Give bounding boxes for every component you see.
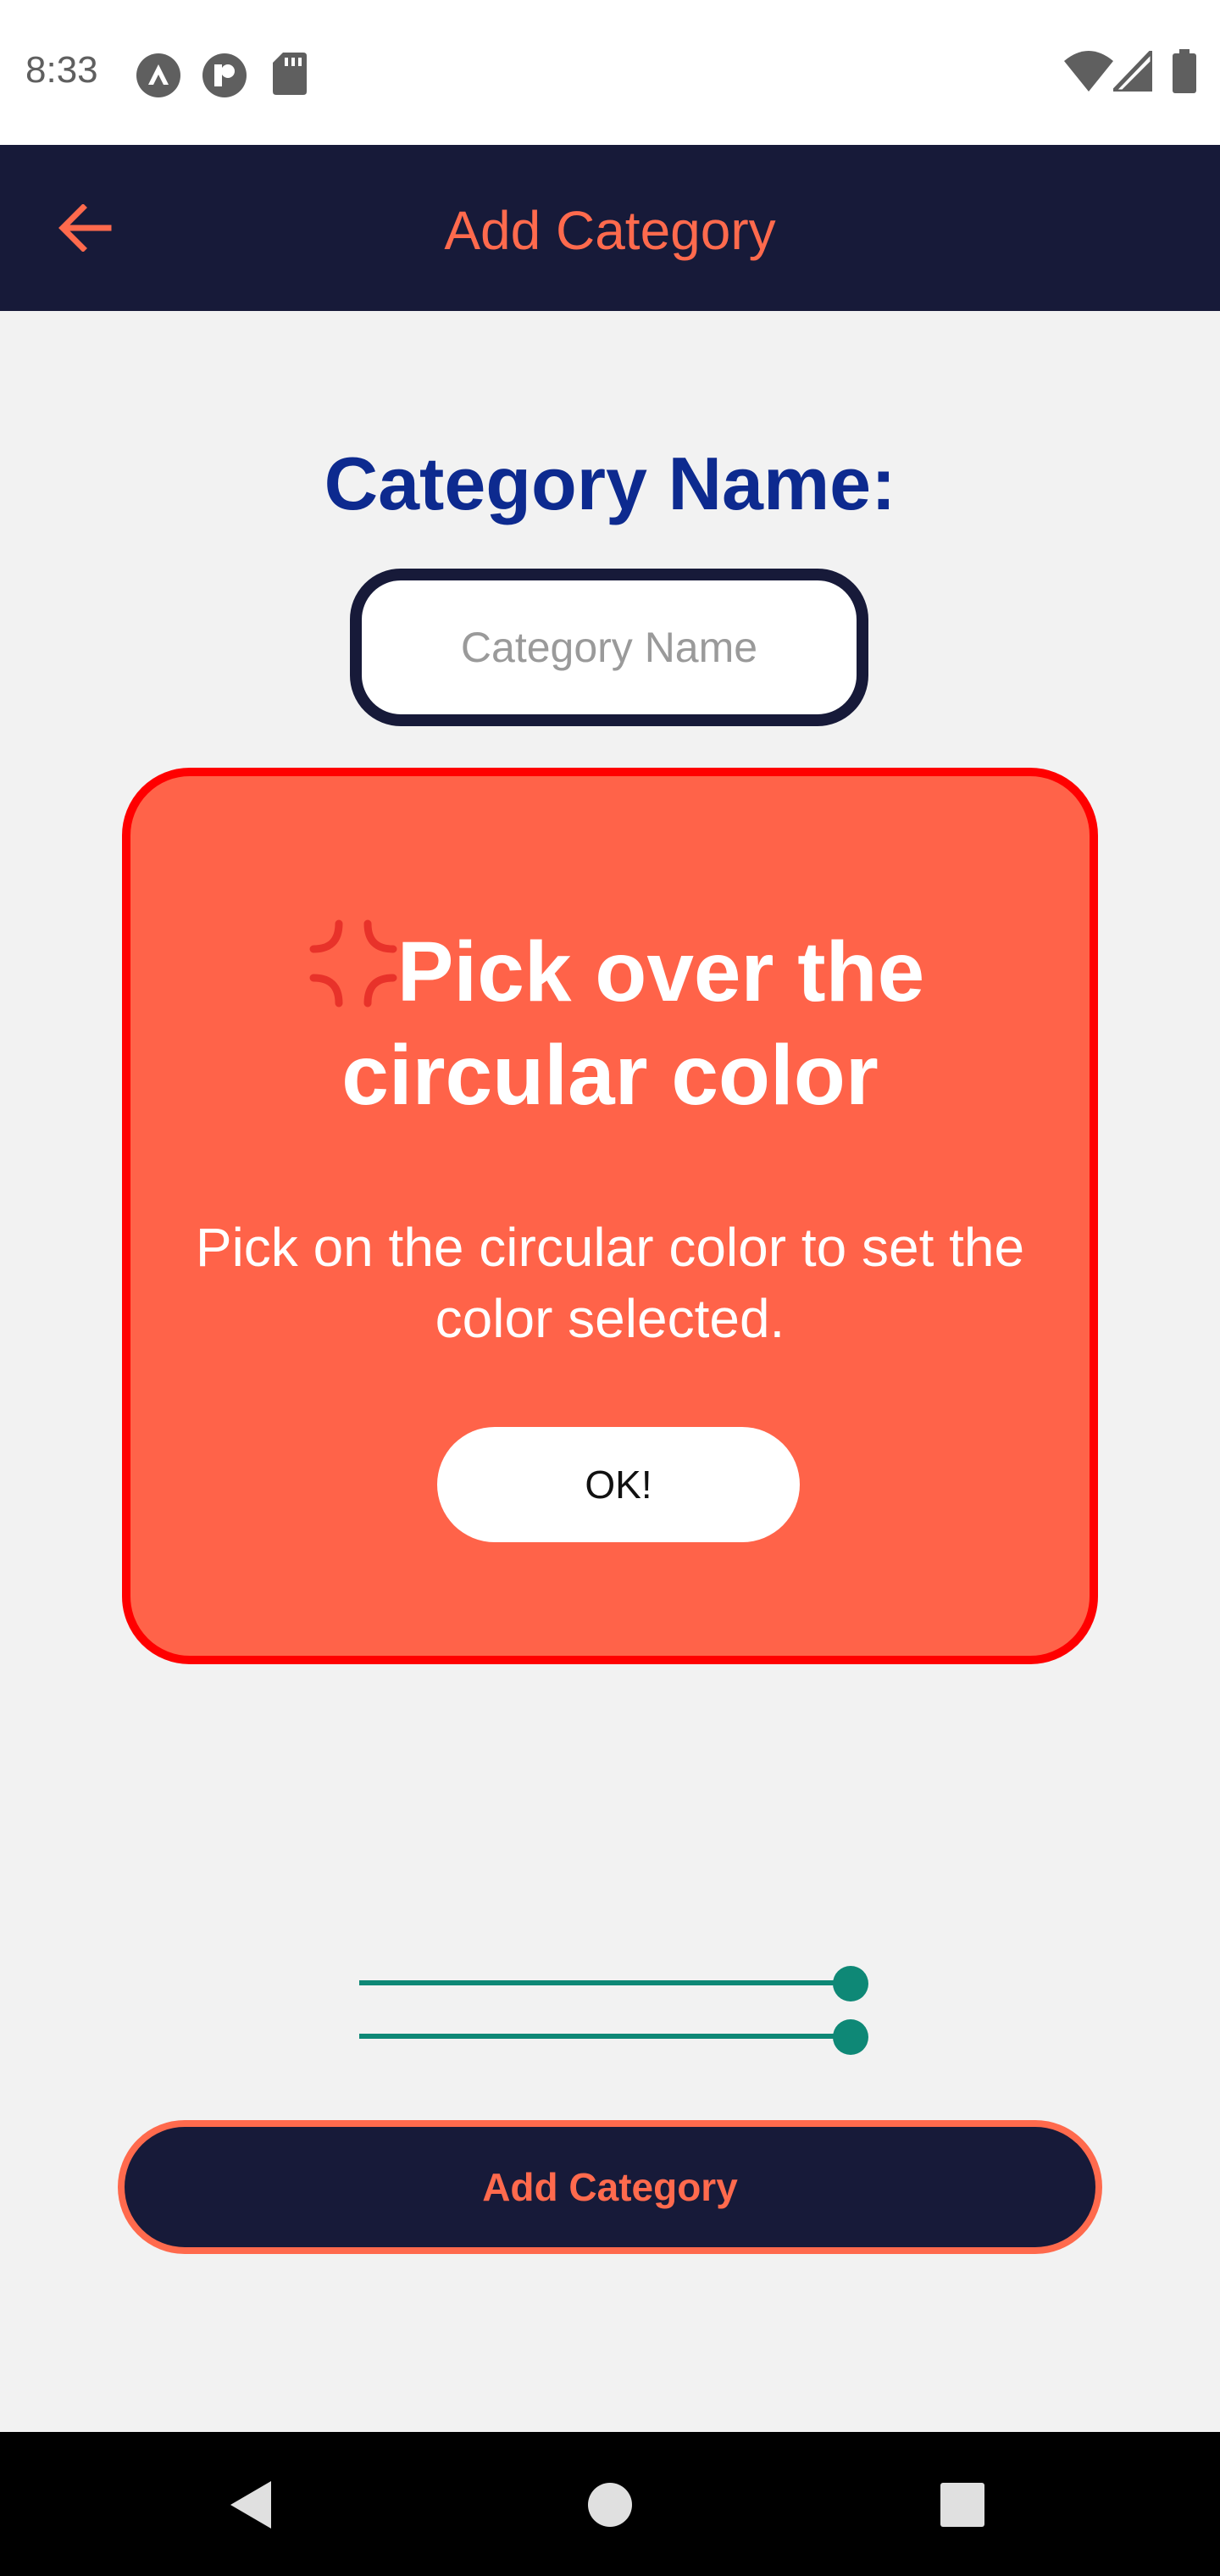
- app-notification-icon: [202, 53, 247, 97]
- signal-icon: [1113, 51, 1152, 92]
- battery-icon: [1173, 49, 1196, 93]
- back-triangle-icon[interactable]: [224, 2474, 285, 2535]
- dialog-title: Pick over the circular color: [215, 920, 1005, 1127]
- color-slider-2[interactable]: [359, 2019, 868, 2055]
- category-name-label: Category Name:: [324, 441, 896, 525]
- category-name-input[interactable]: [362, 580, 857, 714]
- dialog-title-text: Pick over the circular color: [341, 924, 925, 1123]
- ok-button[interactable]: OK!: [437, 1427, 800, 1542]
- slider-thumb[interactable]: [833, 2019, 868, 2055]
- dialog-message: Pick on the circular color to set the co…: [195, 1217, 1025, 1349]
- wifi-icon: [1064, 51, 1113, 92]
- recents-square-icon[interactable]: [932, 2474, 993, 2535]
- page-title: Add Category: [444, 200, 776, 261]
- add-category-button[interactable]: Add Category: [118, 2120, 1102, 2254]
- sd-card-icon: [273, 53, 307, 95]
- status-bar: 8:33: [0, 0, 1220, 145]
- category-name-field-wrapper: [350, 569, 868, 726]
- status-time: 8:33: [25, 49, 98, 91]
- alert-dialog: Pick over the circular color Pick on the…: [122, 768, 1098, 1664]
- color-slider-1[interactable]: [359, 1966, 868, 2001]
- home-circle-icon[interactable]: [580, 2474, 640, 2535]
- slider-thumb[interactable]: [833, 1966, 868, 2001]
- assistant-icon: [136, 53, 180, 97]
- navigation-bar: [0, 2432, 1220, 2576]
- slider-track: [359, 1980, 851, 1985]
- slider-track: [359, 2034, 851, 2039]
- app-bar: Add Category: [0, 145, 1220, 311]
